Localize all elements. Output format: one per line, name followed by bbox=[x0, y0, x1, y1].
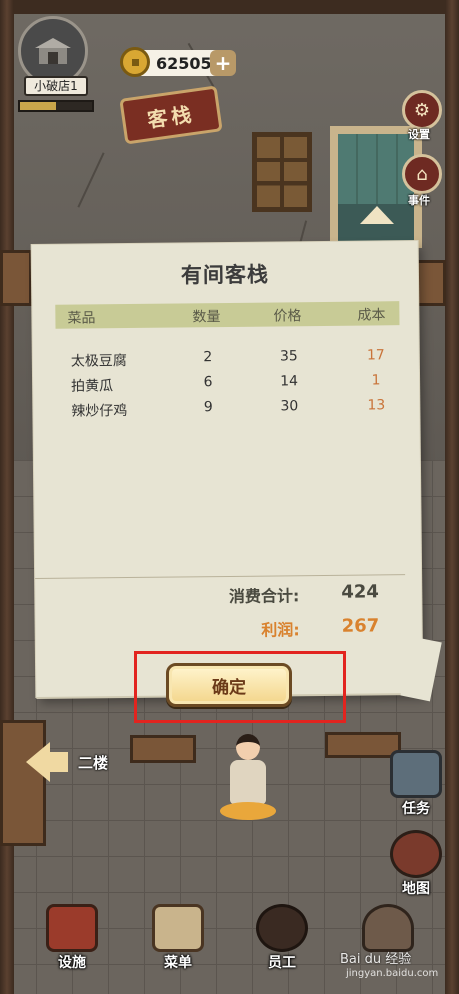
map-label: 地图 bbox=[402, 881, 430, 897]
shop-progress-fill bbox=[20, 102, 56, 110]
settings-button[interactable]: ⚙ bbox=[402, 90, 442, 130]
dish-price: 35 bbox=[279, 348, 298, 365]
table bbox=[0, 720, 46, 846]
header-price: 价格 bbox=[273, 308, 302, 325]
table-header: 菜品 数量 价格 成本 bbox=[55, 301, 400, 329]
shop-progress-bar bbox=[18, 100, 94, 112]
floor-label[interactable]: 二楼 bbox=[78, 752, 108, 773]
tasks-button[interactable]: 任务 bbox=[384, 750, 448, 817]
character-body bbox=[230, 760, 266, 804]
menu-cards-icon bbox=[152, 904, 204, 952]
watermark-url: jingyan.baidu.com bbox=[346, 968, 439, 979]
confirm-button[interactable]: 确定 bbox=[166, 663, 292, 707]
table bbox=[0, 250, 32, 306]
shop-name: 小破店1 bbox=[24, 76, 88, 96]
shop-house-icon bbox=[35, 38, 71, 64]
header-dish: 菜品 bbox=[67, 310, 96, 327]
dish-price: 14 bbox=[280, 373, 299, 390]
map-button[interactable]: 地图 bbox=[384, 830, 448, 897]
pavilion-icon: ⌂ bbox=[416, 163, 428, 185]
staff-label: 员工 bbox=[268, 955, 296, 971]
scroll-icon bbox=[390, 750, 442, 798]
total-label: 消费合计: bbox=[228, 586, 300, 606]
dialog-title: 有间客栈 bbox=[180, 262, 270, 288]
dish-name: 辣炒仔鸡 bbox=[71, 403, 128, 420]
map-building-icon bbox=[390, 830, 442, 878]
staff-button[interactable]: 员工 bbox=[250, 904, 314, 971]
header-qty: 数量 bbox=[192, 309, 221, 326]
profit-label: 利润: bbox=[261, 620, 300, 640]
coin-counter: 62505 + bbox=[120, 47, 236, 77]
events-button[interactable]: ⌂ bbox=[402, 154, 442, 194]
facilities-label: 设施 bbox=[58, 955, 86, 971]
roof-beam bbox=[0, 0, 459, 14]
dish-cost: 13 bbox=[367, 397, 386, 414]
dish-cost: 1 bbox=[371, 372, 381, 389]
left-arrow-tail[interactable] bbox=[48, 752, 68, 772]
character-head bbox=[236, 734, 260, 760]
total-value: 424 bbox=[341, 581, 379, 603]
chef-character[interactable] bbox=[216, 726, 280, 824]
coin-value: 62505 bbox=[156, 53, 212, 73]
tasks-label: 任务 bbox=[402, 801, 430, 817]
profit-value: 267 bbox=[341, 615, 380, 637]
up-arrow-icon[interactable] bbox=[360, 206, 394, 224]
dish-qty: 6 bbox=[203, 374, 213, 391]
lattice-window bbox=[252, 132, 312, 212]
dish-name: 拍黄瓜 bbox=[71, 378, 114, 395]
menu-button[interactable]: 菜单 bbox=[146, 904, 210, 971]
header-cost: 成本 bbox=[357, 307, 386, 324]
watermark: Bai du 经验 bbox=[340, 952, 412, 967]
dish-cost: 17 bbox=[366, 347, 385, 364]
coin-icon bbox=[120, 47, 150, 77]
dish-price: 30 bbox=[280, 398, 299, 415]
gate-icon bbox=[46, 904, 98, 952]
menu-label: 菜单 bbox=[164, 955, 192, 971]
left-arrow-icon[interactable] bbox=[26, 742, 50, 782]
staff-portrait-icon bbox=[256, 904, 308, 952]
gear-icon: ⚙ bbox=[413, 99, 431, 121]
dish-name: 太极豆腐 bbox=[70, 353, 127, 370]
table bbox=[130, 735, 196, 763]
divider-line bbox=[35, 574, 406, 580]
cooking-pot-icon bbox=[362, 904, 414, 952]
events-label: 事件 bbox=[408, 194, 430, 207]
lotus-icon bbox=[220, 802, 276, 820]
bill-dialog: 有间客栈 菜品 数量 价格 成本 太极豆腐 2 35 17 拍黄瓜 6 14 1… bbox=[31, 240, 423, 698]
add-coins-button[interactable]: + bbox=[210, 50, 236, 76]
facilities-button[interactable]: 设施 bbox=[40, 904, 104, 971]
dish-qty: 9 bbox=[203, 399, 213, 416]
settings-label: 设置 bbox=[408, 128, 430, 141]
dish-qty: 2 bbox=[203, 349, 213, 366]
